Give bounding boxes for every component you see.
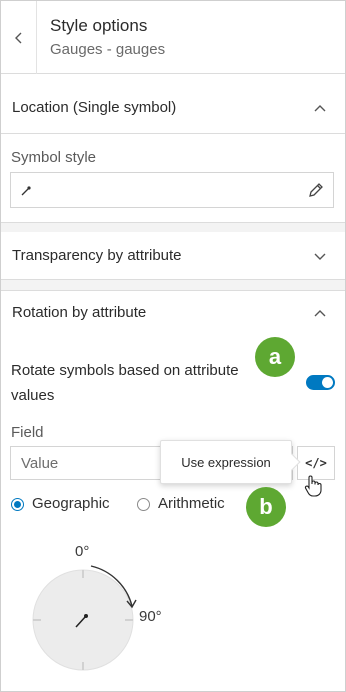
radio-geographic-label[interactable]: Geographic — [32, 495, 110, 512]
radio-arithmetic-label[interactable]: Arithmetic — [158, 495, 225, 512]
location-section-header[interactable]: Location (Single symbol) — [1, 85, 345, 131]
page-title: Style options — [50, 16, 148, 35]
section-separator — [1, 222, 345, 232]
symbol-style-field[interactable] — [10, 172, 334, 208]
rotation-section-title: Rotation by attribute — [12, 304, 147, 321]
callout-badge-b: b — [246, 487, 286, 527]
back-button[interactable] — [1, 1, 37, 74]
radio-geographic[interactable] — [11, 498, 24, 511]
use-expression-tooltip: Use expression — [160, 440, 301, 484]
section-separator — [1, 280, 345, 290]
rotate-symbols-toggle[interactable] — [306, 375, 335, 390]
transparency-section-title: Transparency by attribute — [12, 247, 182, 264]
chevron-up-icon — [314, 105, 326, 112]
code-icon: </> — [305, 456, 327, 470]
rotate-symbols-label: Rotate symbols based on attribute values — [11, 362, 239, 404]
panel-header: Style options Gauges - gauges — [1, 1, 345, 74]
tooltip-text: Use expression — [181, 455, 271, 470]
hand-cursor-icon — [304, 475, 322, 497]
transparency-section-header[interactable]: Transparency by attribute — [1, 233, 345, 279]
radio-arithmetic[interactable] — [137, 498, 150, 511]
symbol-style-label: Symbol style — [11, 149, 97, 166]
rotation-section-header[interactable]: Rotation by attribute — [1, 290, 345, 336]
field-label: Field — [11, 424, 44, 441]
pencil-icon[interactable] — [307, 181, 325, 199]
divider — [1, 222, 345, 223]
symbol-arrow-icon — [21, 186, 31, 196]
page-subtitle: Gauges - gauges — [50, 41, 166, 58]
location-section-title: Location (Single symbol) — [12, 99, 177, 116]
field-placeholder: Value — [21, 455, 59, 472]
chevron-up-icon — [314, 310, 326, 317]
chevron-left-icon — [14, 32, 21, 43]
toggle-knob — [322, 377, 333, 388]
callout-badge-a: a — [255, 337, 295, 377]
dial-label-0: 0° — [75, 543, 90, 560]
divider — [1, 133, 345, 134]
dial-label-90: 90° — [139, 608, 162, 625]
chevron-down-icon — [314, 253, 326, 260]
